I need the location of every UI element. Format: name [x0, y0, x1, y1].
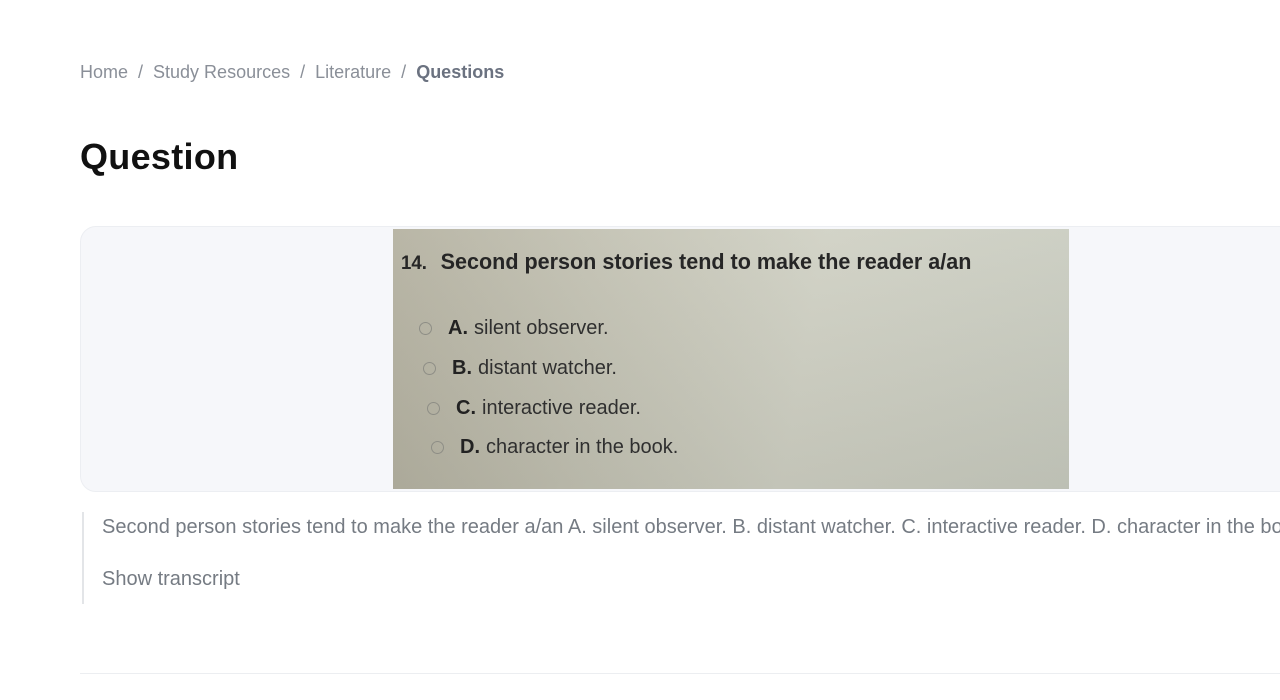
photo-option-text: interactive reader.	[482, 397, 641, 419]
photo-option-letter: D.	[460, 436, 480, 458]
photo-option-text: distant watcher.	[478, 357, 617, 379]
photo-option-text: character in the book.	[486, 436, 679, 458]
page-title: Question	[80, 136, 239, 177]
breadcrumb-current: Questions	[416, 62, 505, 82]
breadcrumb-study-resources[interactable]: Study Resources	[153, 62, 290, 83]
question-photo[interactable]: 14. Second person stories tend to make th…	[393, 229, 1069, 489]
breadcrumb-separator: /	[138, 62, 144, 82]
radio-icon	[427, 402, 440, 415]
breadcrumb-literature[interactable]: Literature	[315, 62, 391, 83]
show-transcript-button[interactable]: Show transcript	[102, 568, 240, 591]
section-divider	[80, 673, 1280, 674]
photo-option-letter: A.	[448, 317, 468, 339]
breadcrumb-separator: /	[401, 62, 407, 82]
photo-option-text: silent observer.	[474, 317, 609, 339]
radio-icon	[419, 322, 432, 335]
radio-icon	[423, 362, 436, 375]
photo-question-text: Second person stories tend to make the r…	[440, 249, 972, 274]
breadcrumb: Home / Study Resources / Literature / Qu…	[80, 62, 504, 83]
photo-option-c: C. interactive reader.	[427, 397, 641, 420]
question-image-card: 14. Second person stories tend to make th…	[80, 226, 1280, 492]
photo-option-b: B. distant watcher.	[423, 357, 617, 380]
question-page: Home / Study Resources / Literature / Qu…	[0, 0, 1280, 700]
transcript-block: Second person stories tend to make the r…	[82, 512, 1280, 604]
photo-option-a: A. silent observer.	[419, 317, 609, 340]
transcript-text: Second person stories tend to make the r…	[102, 516, 1280, 538]
breadcrumb-home[interactable]: Home	[80, 62, 128, 83]
photo-option-letter: B.	[452, 357, 472, 379]
radio-icon	[431, 441, 444, 454]
photo-question-line: 14. Second person stories tend to make th…	[401, 249, 971, 275]
photo-option-d: D. character in the book.	[431, 436, 678, 459]
photo-question-number: 14.	[401, 253, 427, 274]
breadcrumb-separator: /	[300, 62, 306, 82]
photo-option-letter: C.	[456, 397, 476, 419]
